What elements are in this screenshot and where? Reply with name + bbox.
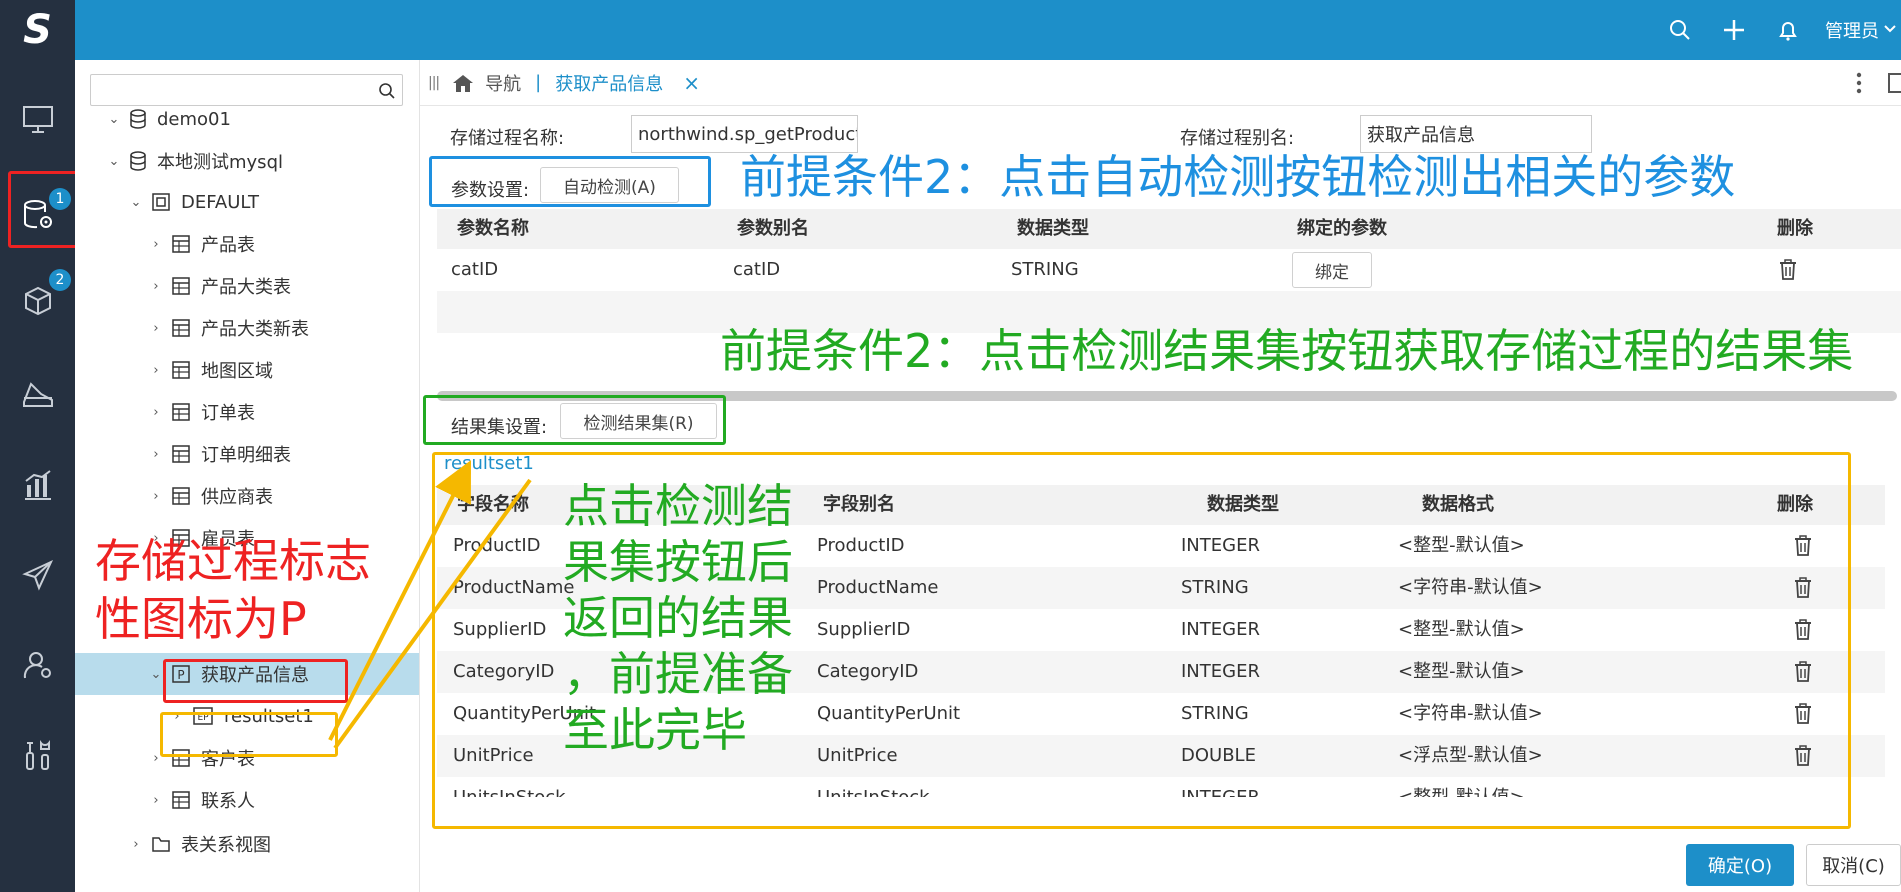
annotation-arrows: [328, 460, 532, 750]
